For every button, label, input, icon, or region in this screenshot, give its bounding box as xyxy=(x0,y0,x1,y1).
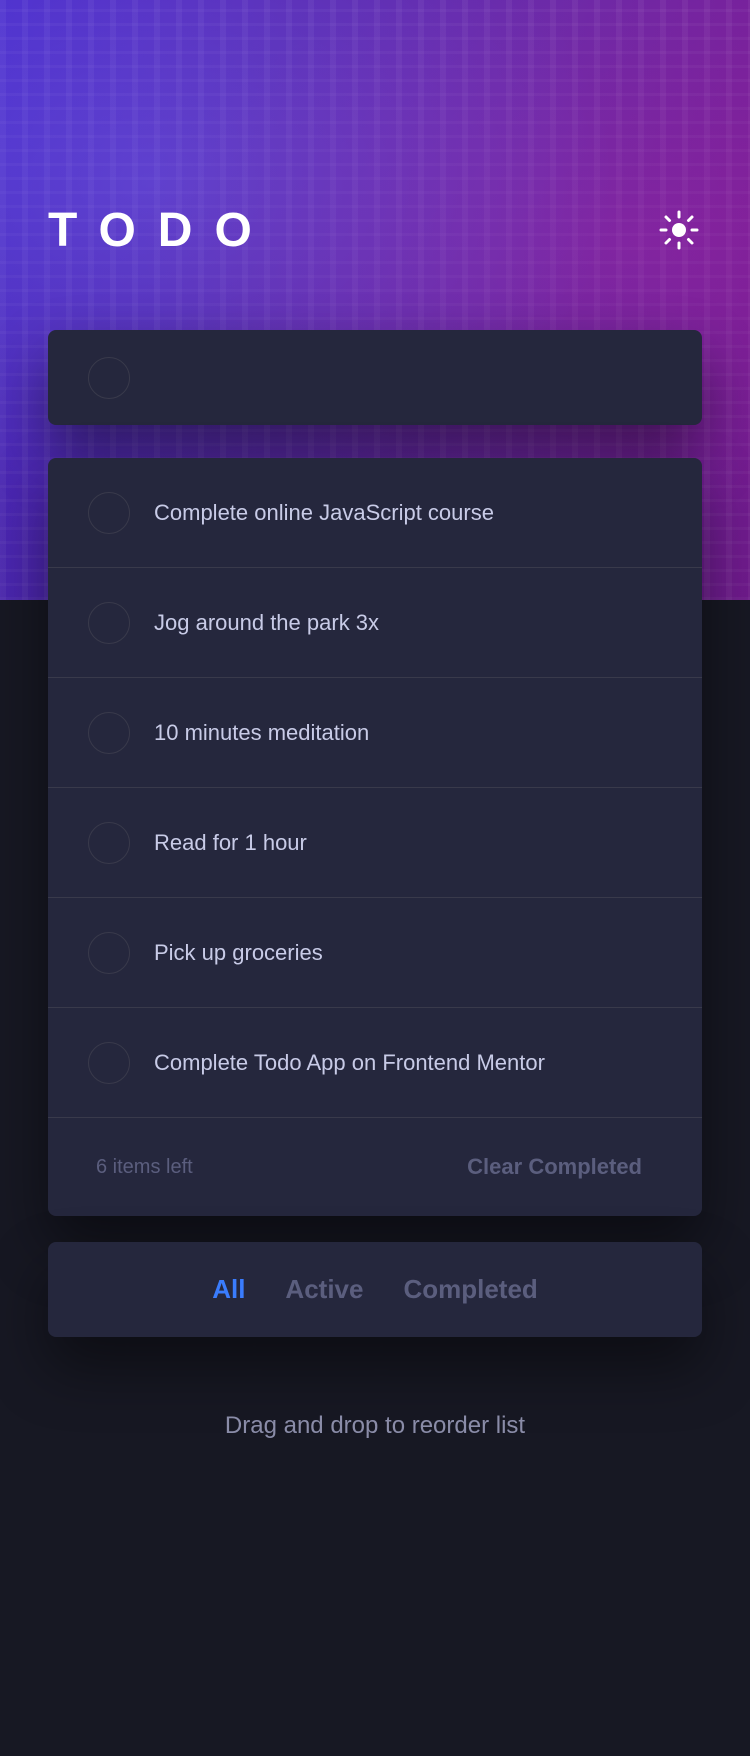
items-left-count: 6 items left xyxy=(96,1155,193,1178)
todo-check-circle[interactable] xyxy=(88,821,130,864)
todo-check-circle[interactable] xyxy=(88,601,130,644)
filter-all-tab[interactable]: All xyxy=(212,1274,245,1305)
drag-drop-hint: Drag and drop to reorder list xyxy=(224,1412,526,1439)
todo-list: Complete online JavaScript course Jog ar… xyxy=(48,458,702,1216)
header: TODO xyxy=(48,200,702,260)
todo-check-circle[interactable] xyxy=(88,931,130,974)
filter-active-tab[interactable]: Active xyxy=(285,1274,363,1305)
filter-completed-tab[interactable]: Completed xyxy=(403,1274,537,1305)
todo-item[interactable]: 10 minutes meditation xyxy=(48,678,702,788)
app-title: TODO xyxy=(48,203,274,257)
todo-check-circle[interactable] xyxy=(88,1041,130,1084)
todo-item[interactable]: Read for 1 hour xyxy=(48,788,702,898)
clear-completed-button[interactable]: Clear Completed xyxy=(467,1154,642,1180)
todo-text: Jog around the park 3x xyxy=(154,609,380,635)
todo-text: Pick up groceries xyxy=(154,939,323,965)
todo-item[interactable]: Jog around the park 3x xyxy=(48,568,702,678)
todo-text: Read for 1 hour xyxy=(154,829,307,855)
list-footer: 6 items left Clear Completed xyxy=(48,1118,702,1216)
new-todo-check-circle[interactable] xyxy=(88,356,130,399)
new-todo-input[interactable] xyxy=(154,363,678,392)
filter-bar: All Active Completed xyxy=(48,1242,702,1337)
todo-text: Complete online JavaScript course xyxy=(154,499,494,525)
todo-check-circle[interactable] xyxy=(88,711,130,754)
new-todo-card xyxy=(48,330,702,425)
todo-text: 10 minutes meditation xyxy=(154,719,370,745)
todo-item[interactable]: Complete online JavaScript course xyxy=(48,458,702,568)
todo-text: Complete Todo App on Frontend Mentor xyxy=(154,1049,545,1075)
todo-check-circle[interactable] xyxy=(88,491,130,534)
todo-item[interactable]: Pick up groceries xyxy=(48,898,702,1008)
sun-icon xyxy=(659,210,699,250)
theme-toggle-button[interactable] xyxy=(656,207,702,253)
todo-item[interactable]: Complete Todo App on Frontend Mentor xyxy=(48,1008,702,1118)
